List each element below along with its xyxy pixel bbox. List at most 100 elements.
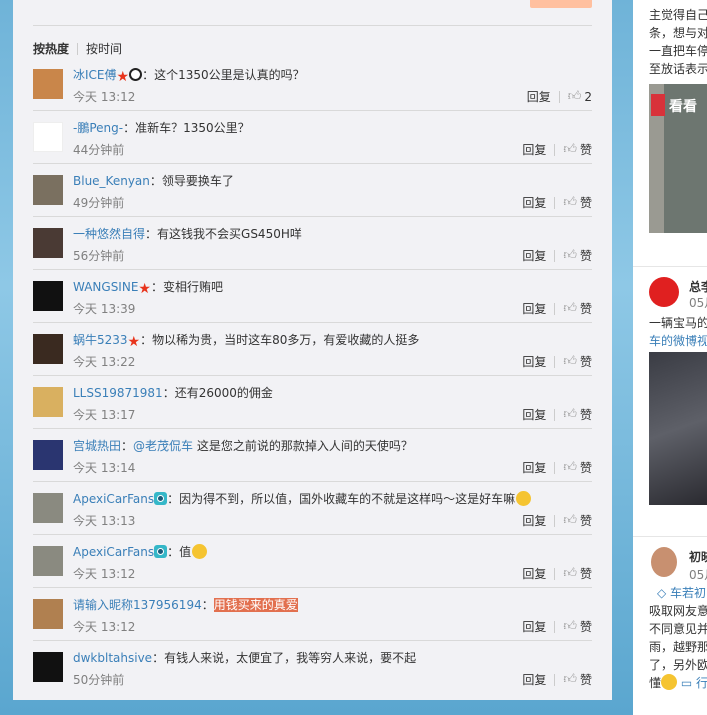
comment-actions: 回复 👍︎ 赞 xyxy=(522,353,592,370)
username-link[interactable]: Blue_Kenyan xyxy=(73,174,150,188)
avatar[interactable] xyxy=(33,599,63,629)
reply-button[interactable]: 回复 xyxy=(522,141,546,158)
thumbs-up-icon: 👍︎ xyxy=(563,566,577,581)
camera-badge-icon[interactable] xyxy=(154,492,168,505)
username-link[interactable]: LLSS19871981 xyxy=(73,386,163,400)
like-button[interactable]: 👍︎ 赞 xyxy=(563,671,592,688)
like-button[interactable]: 👍︎ 赞 xyxy=(563,618,592,635)
like-button[interactable]: 👍︎ 赞 xyxy=(563,565,592,582)
avatar[interactable] xyxy=(33,281,63,311)
comment-link[interactable]: ▭ 行 xyxy=(681,676,707,690)
star-badge-icon[interactable]: ★ xyxy=(138,281,151,297)
like-button[interactable]: 👍︎ 赞 xyxy=(563,141,592,158)
post-image[interactable] xyxy=(649,352,707,505)
username-link[interactable]: 一种悠然自得 xyxy=(73,227,145,241)
like-button[interactable]: 👍︎ 赞 xyxy=(563,247,592,264)
like-count: 赞 xyxy=(579,196,592,210)
like-button[interactable]: 👍︎ 赞 xyxy=(563,300,592,317)
comment-actions: 回复 👍︎ 赞 xyxy=(522,300,592,317)
avatar[interactable] xyxy=(33,493,63,523)
like-button[interactable]: 👍︎ 赞 xyxy=(563,459,592,476)
username-link[interactable]: 请输入昵称137956194 xyxy=(73,598,202,612)
post-link[interactable]: 车的微博视 xyxy=(649,332,707,349)
avatar[interactable] xyxy=(33,334,63,364)
like-button[interactable]: 👍︎ 赞 xyxy=(563,353,592,370)
submit-button[interactable] xyxy=(530,0,592,8)
panda-badge-icon[interactable] xyxy=(129,68,143,81)
post-author[interactable]: 初晓 xyxy=(689,548,707,565)
mention-link[interactable]: @老茂侃车 xyxy=(133,439,193,453)
comment-time: 今天 13:39 xyxy=(73,302,136,316)
avatar[interactable] xyxy=(33,387,63,417)
reply-button[interactable]: 回复 xyxy=(527,88,551,105)
thumbs-up-icon: 👍︎ xyxy=(563,460,577,475)
username-link[interactable]: ApexiCarFans xyxy=(73,492,154,506)
camera-badge-icon[interactable] xyxy=(154,545,168,558)
username-link[interactable]: 蜗牛5233 xyxy=(73,333,128,347)
post-author[interactable]: 总李 xyxy=(689,278,707,295)
tag-label: 车若初 xyxy=(670,586,707,600)
divider xyxy=(554,249,556,262)
comment-text: ：值 xyxy=(167,545,192,559)
reply-button[interactable]: 回复 xyxy=(522,247,546,264)
thumbs-up-icon: 👍︎ xyxy=(563,142,577,157)
comment-time: 49分钟前 xyxy=(73,196,125,210)
reply-button[interactable]: 回复 xyxy=(522,406,546,423)
star-badge-icon[interactable]: ★ xyxy=(117,69,130,85)
like-count: 赞 xyxy=(579,461,592,475)
username-link[interactable]: ApexiCarFans xyxy=(73,545,154,559)
like-button[interactable]: 👍︎ 赞 xyxy=(563,194,592,211)
reply-button[interactable]: 回复 xyxy=(522,459,546,476)
divider xyxy=(554,620,556,633)
avatar[interactable] xyxy=(33,440,63,470)
comment-line: LLSS19871981：还有26000的佣金 xyxy=(73,384,273,401)
comment-row: 冰ICE傅★ ：这个1350公里是认真的吗？ 今天 13:12 回复 👍︎ 2 xyxy=(33,58,592,111)
like-button[interactable]: 👍︎ 赞 xyxy=(563,512,592,529)
comment-actions: 回复 👍︎ 2 xyxy=(527,88,592,105)
like-count: 赞 xyxy=(579,302,592,316)
like-button[interactable]: 👍︎ 赞 xyxy=(563,406,592,423)
like-count: 赞 xyxy=(579,143,592,157)
username-link[interactable]: -鵬Peng- xyxy=(73,121,123,135)
like-count: 赞 xyxy=(579,408,592,422)
avatar[interactable] xyxy=(33,175,63,205)
reply-button[interactable]: 回复 xyxy=(522,671,546,688)
reply-button[interactable]: 回复 xyxy=(522,618,546,635)
reply-button[interactable]: 回复 xyxy=(522,353,546,370)
comment-actions: 回复 👍︎ 赞 xyxy=(522,459,592,476)
post-text: 不同意见并 xyxy=(649,622,707,636)
comment-row: LLSS19871981：还有26000的佣金 今天 13:17 回复 👍︎ 赞 xyxy=(33,376,592,429)
username-link[interactable]: 宫城热田 xyxy=(73,439,121,453)
thumbs-up-icon: 👍︎ xyxy=(563,248,577,263)
tab-hot[interactable]: 按热度 xyxy=(33,40,69,57)
divider xyxy=(77,42,79,55)
username-link[interactable]: WANGSINE xyxy=(73,280,138,294)
reply-button[interactable]: 回复 xyxy=(522,565,546,582)
avatar[interactable] xyxy=(33,69,63,99)
comment-time: 今天 13:14 xyxy=(73,461,136,475)
reply-button[interactable]: 回复 xyxy=(522,512,546,529)
reply-button[interactable]: 回复 xyxy=(522,194,546,211)
comment-row: 一种悠然自得：有这钱我不会买GS450H咩 56分钟前 回复 👍︎ 赞 xyxy=(33,217,592,270)
avatar[interactable] xyxy=(33,228,63,258)
avatar[interactable] xyxy=(33,546,63,576)
post-image[interactable]: 看看 xyxy=(649,84,707,233)
avatar[interactable] xyxy=(33,122,63,152)
avatar[interactable] xyxy=(33,652,63,682)
divider xyxy=(554,196,556,209)
username-link[interactable]: 冰ICE傅 xyxy=(73,68,117,82)
like-button[interactable]: 👍︎ 2 xyxy=(568,89,592,104)
post-text: 吸取网友意 xyxy=(649,604,707,618)
tab-time[interactable]: 按时间 xyxy=(86,40,122,57)
reply-button[interactable]: 回复 xyxy=(522,300,546,317)
divider xyxy=(558,90,560,103)
avatar[interactable] xyxy=(649,277,679,307)
comment-actions: 回复 👍︎ 赞 xyxy=(522,565,592,582)
star-badge-icon[interactable]: ★ xyxy=(128,334,141,350)
post-text: 了，另外欧 xyxy=(649,658,707,672)
username-link[interactable]: dwkbltahsive xyxy=(73,651,152,665)
post-tag[interactable]: ◇ 车若初 xyxy=(657,584,706,601)
laugh-emoji-icon xyxy=(661,674,678,690)
divider xyxy=(633,266,707,267)
avatar[interactable] xyxy=(651,547,677,577)
